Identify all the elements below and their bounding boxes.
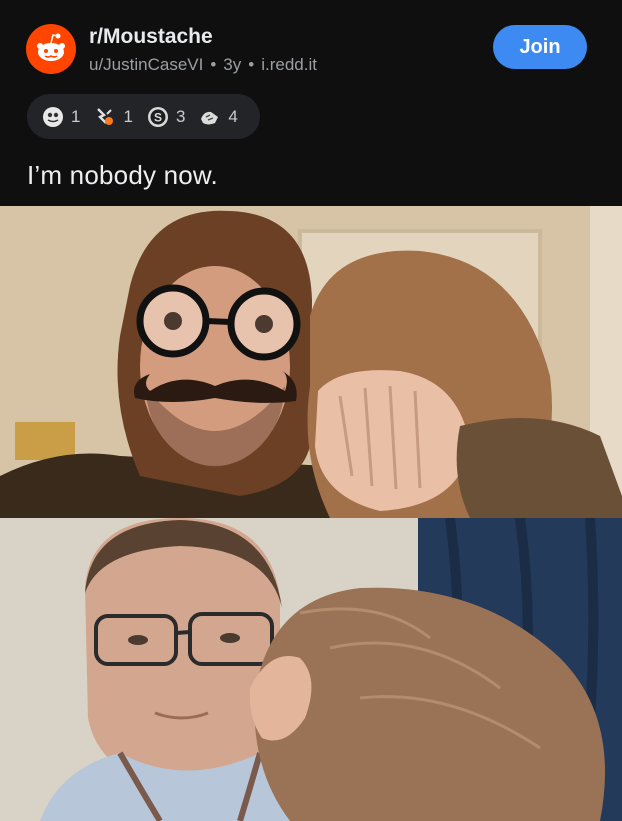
post-header: r/Moustache u/JustinCaseVI • 3y • i.redd… [0,0,622,96]
post-meta: u/JustinCaseVI • 3y • i.redd.it [89,55,317,75]
award-count: 3 [175,106,186,126]
post-title[interactable]: I’m nobody now. [27,160,218,191]
silver-award-icon: S [147,106,168,127]
post-image-bottom[interactable] [0,518,622,821]
photo-plain-glasses [0,518,622,821]
laughing-award-icon [201,111,219,124]
meta-separator: • [248,55,255,74]
reddit-snoo-icon [37,33,65,61]
award-laughing[interactable]: 4 [198,105,238,129]
post-domain[interactable]: i.redd.it [261,55,317,75]
award-count: 1 [123,106,133,126]
join-button[interactable]: Join [493,25,587,69]
meta-separator: • [210,55,217,74]
post-image-top[interactable] [0,206,622,518]
helpful-award-icon [43,106,63,127]
awards-bar[interactable]: 1 1 S 3 4 [27,94,260,139]
post-age: 3y [223,55,242,74]
award-helpful[interactable]: 1 [41,105,80,129]
wholesome-award-icon [97,107,114,125]
reddit-post: r/Moustache u/JustinCaseVI • 3y • i.redd… [0,0,622,821]
subreddit-avatar[interactable] [26,24,76,74]
award-silver[interactable]: S 3 [146,105,185,129]
subreddit-name[interactable]: r/Moustache [89,25,213,49]
award-count: 1 [71,106,81,126]
author-link[interactable]: u/JustinCaseVI [89,55,203,75]
svg-text:S: S [154,110,162,124]
award-count: 4 [228,106,238,126]
award-wholesome[interactable]: 1 [93,105,133,129]
photo-moustache-costume [0,206,622,518]
